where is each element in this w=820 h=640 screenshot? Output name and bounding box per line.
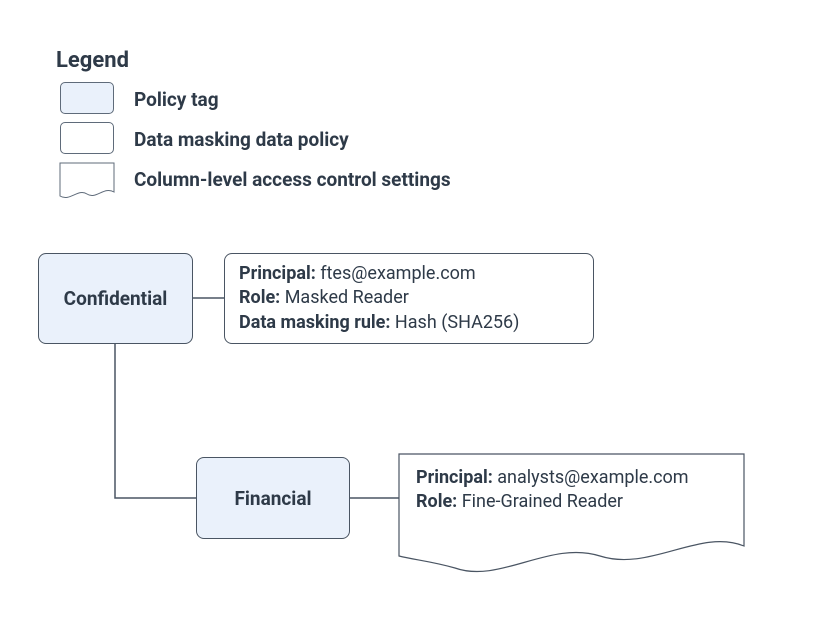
legend-swatch-policy-tag <box>60 82 114 114</box>
policy-tag-name: Financial <box>234 487 311 510</box>
kv-value: Hash (SHA256) <box>395 312 520 333</box>
clac-role: Role: Fine-Grained Reader <box>416 490 736 514</box>
kv-value: Fine-Grained Reader <box>462 491 623 512</box>
kv-key: Principal: <box>416 467 493 488</box>
masking-rule: Data masking rule: Hash (SHA256) <box>239 311 579 335</box>
policy-tag-name: Confidential <box>64 287 168 310</box>
legend-label-clac: Column-level access control settings <box>134 168 451 191</box>
kv-key: Principal: <box>239 263 316 284</box>
connector-confidential-to-financial <box>115 344 196 498</box>
kv-value: Masked Reader <box>285 287 409 308</box>
policy-tag-financial: Financial <box>196 457 350 539</box>
clac-principal: Principal: analysts@example.com <box>416 466 736 490</box>
masking-principal: Principal: ftes@example.com <box>239 262 579 286</box>
kv-value: ftes@example.com <box>320 263 475 284</box>
legend-title: Legend <box>56 48 129 73</box>
policy-tag-confidential: Confidential <box>38 253 193 344</box>
diagram-canvas: { "legend": { "title": "Legend", "items"… <box>0 0 820 640</box>
clac-settings-financial: Principal: analysts@example.com Role: Fi… <box>416 466 736 515</box>
kv-value: analysts@example.com <box>497 467 688 488</box>
legend-swatch-masking-policy <box>60 122 114 154</box>
masking-policy-confidential: Principal: ftes@example.com Role: Masked… <box>224 253 594 344</box>
kv-key: Data masking rule: <box>239 312 390 333</box>
legend-label-masking-policy: Data masking data policy <box>134 128 349 151</box>
masking-role: Role: Masked Reader <box>239 286 579 310</box>
kv-key: Role: <box>416 491 457 512</box>
kv-key: Role: <box>239 287 280 308</box>
legend-swatch-clac <box>60 163 114 198</box>
legend-label-policy-tag: Policy tag <box>134 88 219 111</box>
